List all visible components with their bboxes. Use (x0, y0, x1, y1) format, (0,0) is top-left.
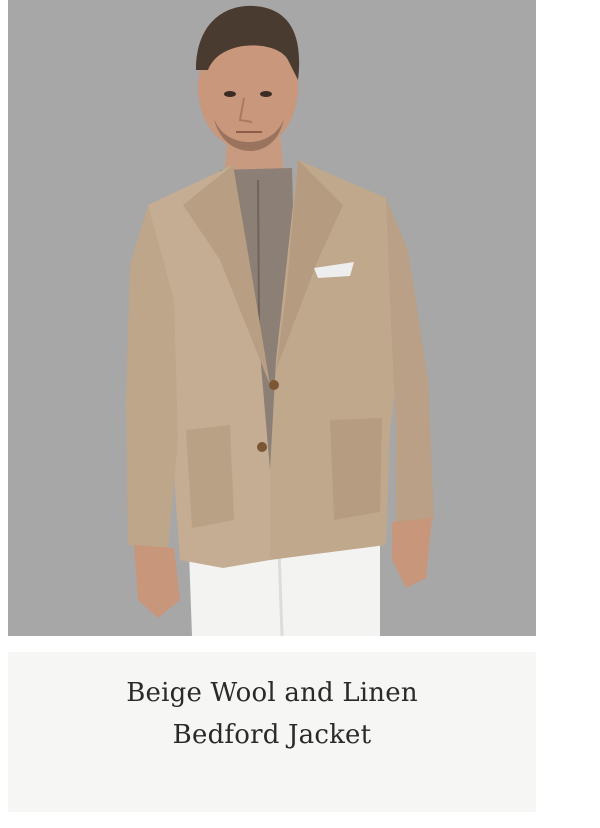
product-title[interactable]: Beige Wool and Linen Bedford Jacket (126, 672, 418, 756)
model-photo (8, 0, 536, 636)
product-title-line-2: Bedford Jacket (172, 720, 372, 750)
product-caption[interactable]: Beige Wool and Linen Bedford Jacket (8, 652, 536, 812)
product-image[interactable] (8, 0, 536, 636)
product-title-line-1: Beige Wool and Linen (126, 678, 418, 708)
